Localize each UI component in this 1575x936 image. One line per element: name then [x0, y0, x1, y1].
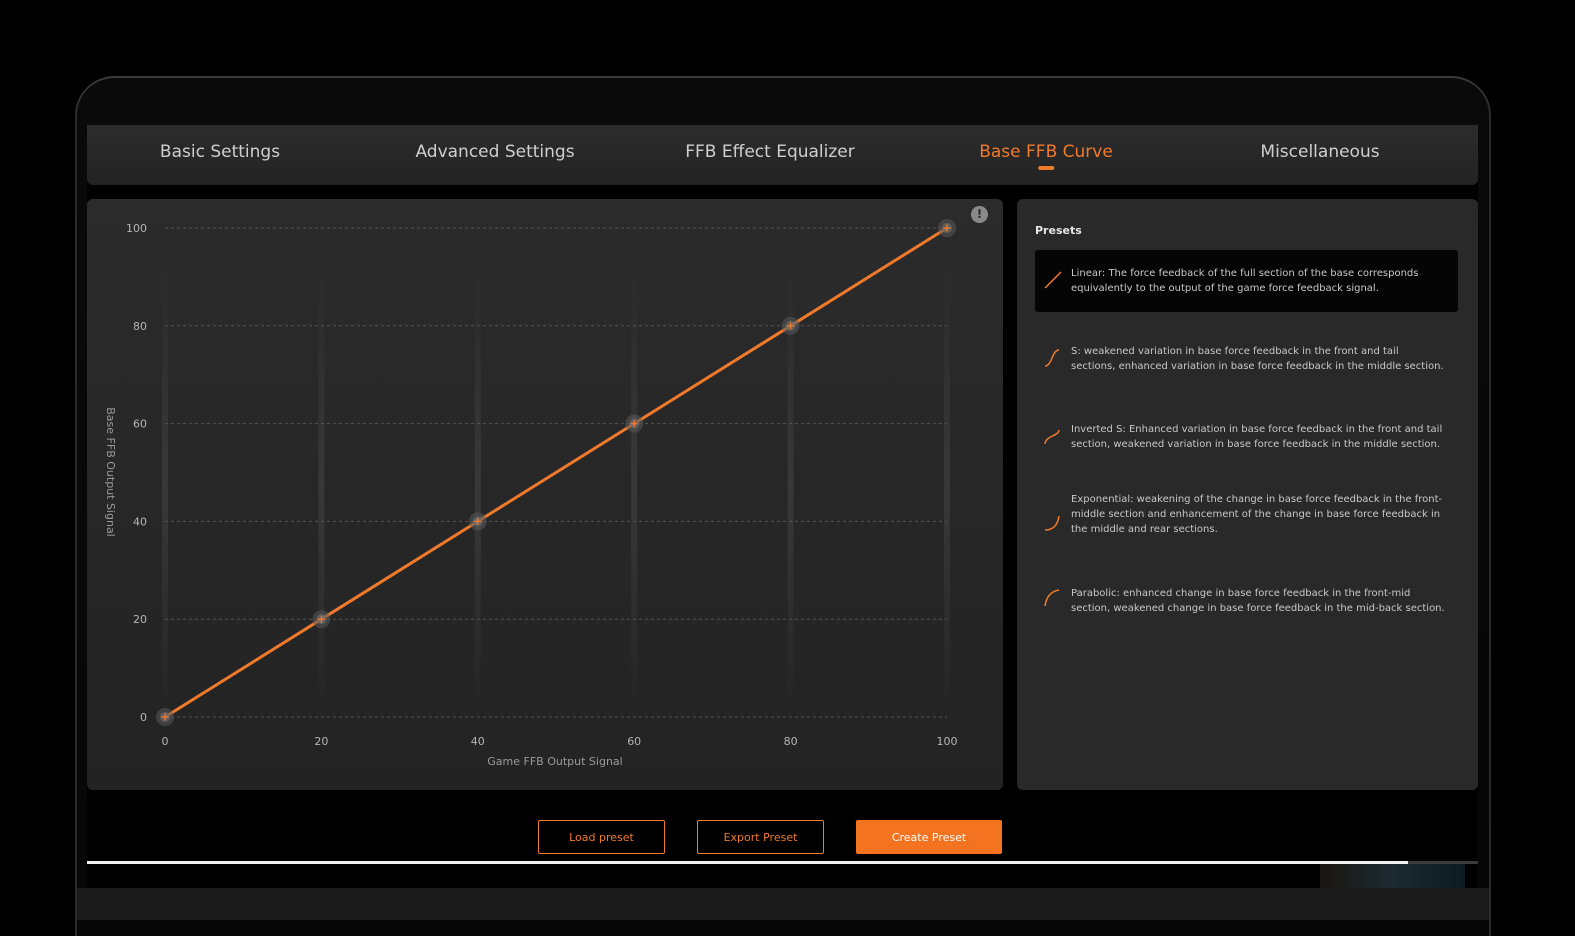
- curve-control-point[interactable]: [312, 610, 331, 629]
- curve-control-point[interactable]: [156, 708, 174, 726]
- curve-control-point[interactable]: [625, 414, 644, 433]
- curve-chart: 0 20 40 60 80 100 0 20 40 60 80 100 Game FFB Output…: [104, 219, 958, 768]
- s-curve-icon: [1044, 349, 1060, 367]
- y-axis-label: Base FFB Output Signal: [104, 407, 117, 536]
- curve-line: [164, 226, 948, 719]
- preset-description: S: weakened variation in base force feed…: [1071, 346, 1444, 372]
- progress-bar: [87, 861, 1478, 864]
- tab-label: Miscellaneous: [1260, 142, 1380, 162]
- y-tick-label: 20: [133, 613, 147, 626]
- tab-basic-settings[interactable]: Basic Settings: [160, 125, 280, 185]
- preset-exponential[interactable]: Exponential: weakening of the change in …: [1035, 484, 1458, 546]
- preset-s[interactable]: S: weakened variation in base force feed…: [1035, 328, 1458, 390]
- x-tick-label: 100: [937, 735, 958, 748]
- y-tick-label: 0: [140, 711, 147, 724]
- grid-column: [162, 259, 168, 709]
- y-tick-label: 40: [133, 515, 147, 528]
- device-bottom-bar: [77, 888, 1489, 920]
- curve-control-point[interactable]: [781, 316, 800, 335]
- preset-description: Inverted S: Enhanced variation in base f…: [1071, 424, 1443, 450]
- curve-control-point[interactable]: [938, 219, 956, 237]
- grid-column: [474, 259, 481, 709]
- tab-label: Basic Settings: [159, 142, 281, 162]
- info-icon[interactable]: !: [971, 206, 988, 223]
- preset-parabolic[interactable]: Parabolic: enhanced change in base force…: [1035, 570, 1458, 632]
- tab-ffb-effect-equalizer[interactable]: FFB Effect Equalizer: [685, 125, 855, 185]
- grid-column: [944, 259, 950, 709]
- parabolic-curve-icon: [1044, 589, 1060, 607]
- grid-column: [318, 259, 325, 709]
- x-tick-label: 20: [314, 735, 328, 748]
- preset-linear[interactable]: Linear: The force feedback of the full s…: [1035, 250, 1458, 312]
- linear-curve-icon: [1044, 271, 1062, 289]
- y-tick-label: 60: [133, 418, 147, 431]
- tab-base-ffb-curve[interactable]: Base FFB Curve: [979, 125, 1113, 185]
- progress-fill: [87, 861, 1409, 864]
- presets-panel: Presets Linear: The force feedback of th…: [1017, 199, 1478, 790]
- inverted-s-curve-icon: [1044, 429, 1060, 445]
- tab-miscellaneous[interactable]: Miscellaneous: [1260, 125, 1379, 185]
- tab-advanced-settings[interactable]: Advanced Settings: [415, 125, 574, 185]
- curve-chart-panel: 0 20 40 60 80 100 0 20 40 60 80 100 Game FFB Output…: [87, 199, 1003, 790]
- preview-thumbnail: [1320, 864, 1465, 888]
- y-tick-label: 80: [133, 320, 147, 333]
- curve-control-point[interactable]: [468, 512, 487, 531]
- preset-description: Exponential: weakening of the change in …: [1071, 494, 1443, 535]
- x-tick-label: 60: [627, 735, 641, 748]
- x-axis-label: Game FFB Output Signal: [487, 755, 622, 768]
- preset-description: Parabolic: enhanced change in base force…: [1071, 588, 1445, 614]
- export-preset-button[interactable]: Export Preset: [697, 820, 824, 854]
- presets-title: Presets: [1035, 224, 1082, 237]
- exponential-curve-icon: [1044, 515, 1060, 531]
- app-screen: Basic Settings Advanced Settings FFB Eff…: [87, 125, 1478, 888]
- tab-label: FFB Effect Equalizer: [685, 142, 855, 162]
- preset-inverted-s[interactable]: Inverted S: Enhanced variation in base f…: [1035, 406, 1458, 468]
- x-tick-label: 80: [784, 735, 798, 748]
- tab-label: Base FFB Curve: [979, 142, 1113, 162]
- create-preset-button[interactable]: Create Preset: [856, 820, 1002, 854]
- grid-column: [631, 259, 638, 709]
- x-tick-label: 0: [162, 735, 169, 748]
- tab-bar: Basic Settings Advanced Settings FFB Eff…: [87, 125, 1478, 185]
- active-tab-indicator: [1037, 166, 1054, 170]
- x-tick-label: 40: [471, 735, 485, 748]
- load-preset-button[interactable]: Load preset: [538, 820, 665, 854]
- tab-label: Advanced Settings: [415, 142, 575, 162]
- y-tick-label: 100: [126, 222, 147, 235]
- preset-description: Linear: The force feedback of the full s…: [1071, 268, 1419, 294]
